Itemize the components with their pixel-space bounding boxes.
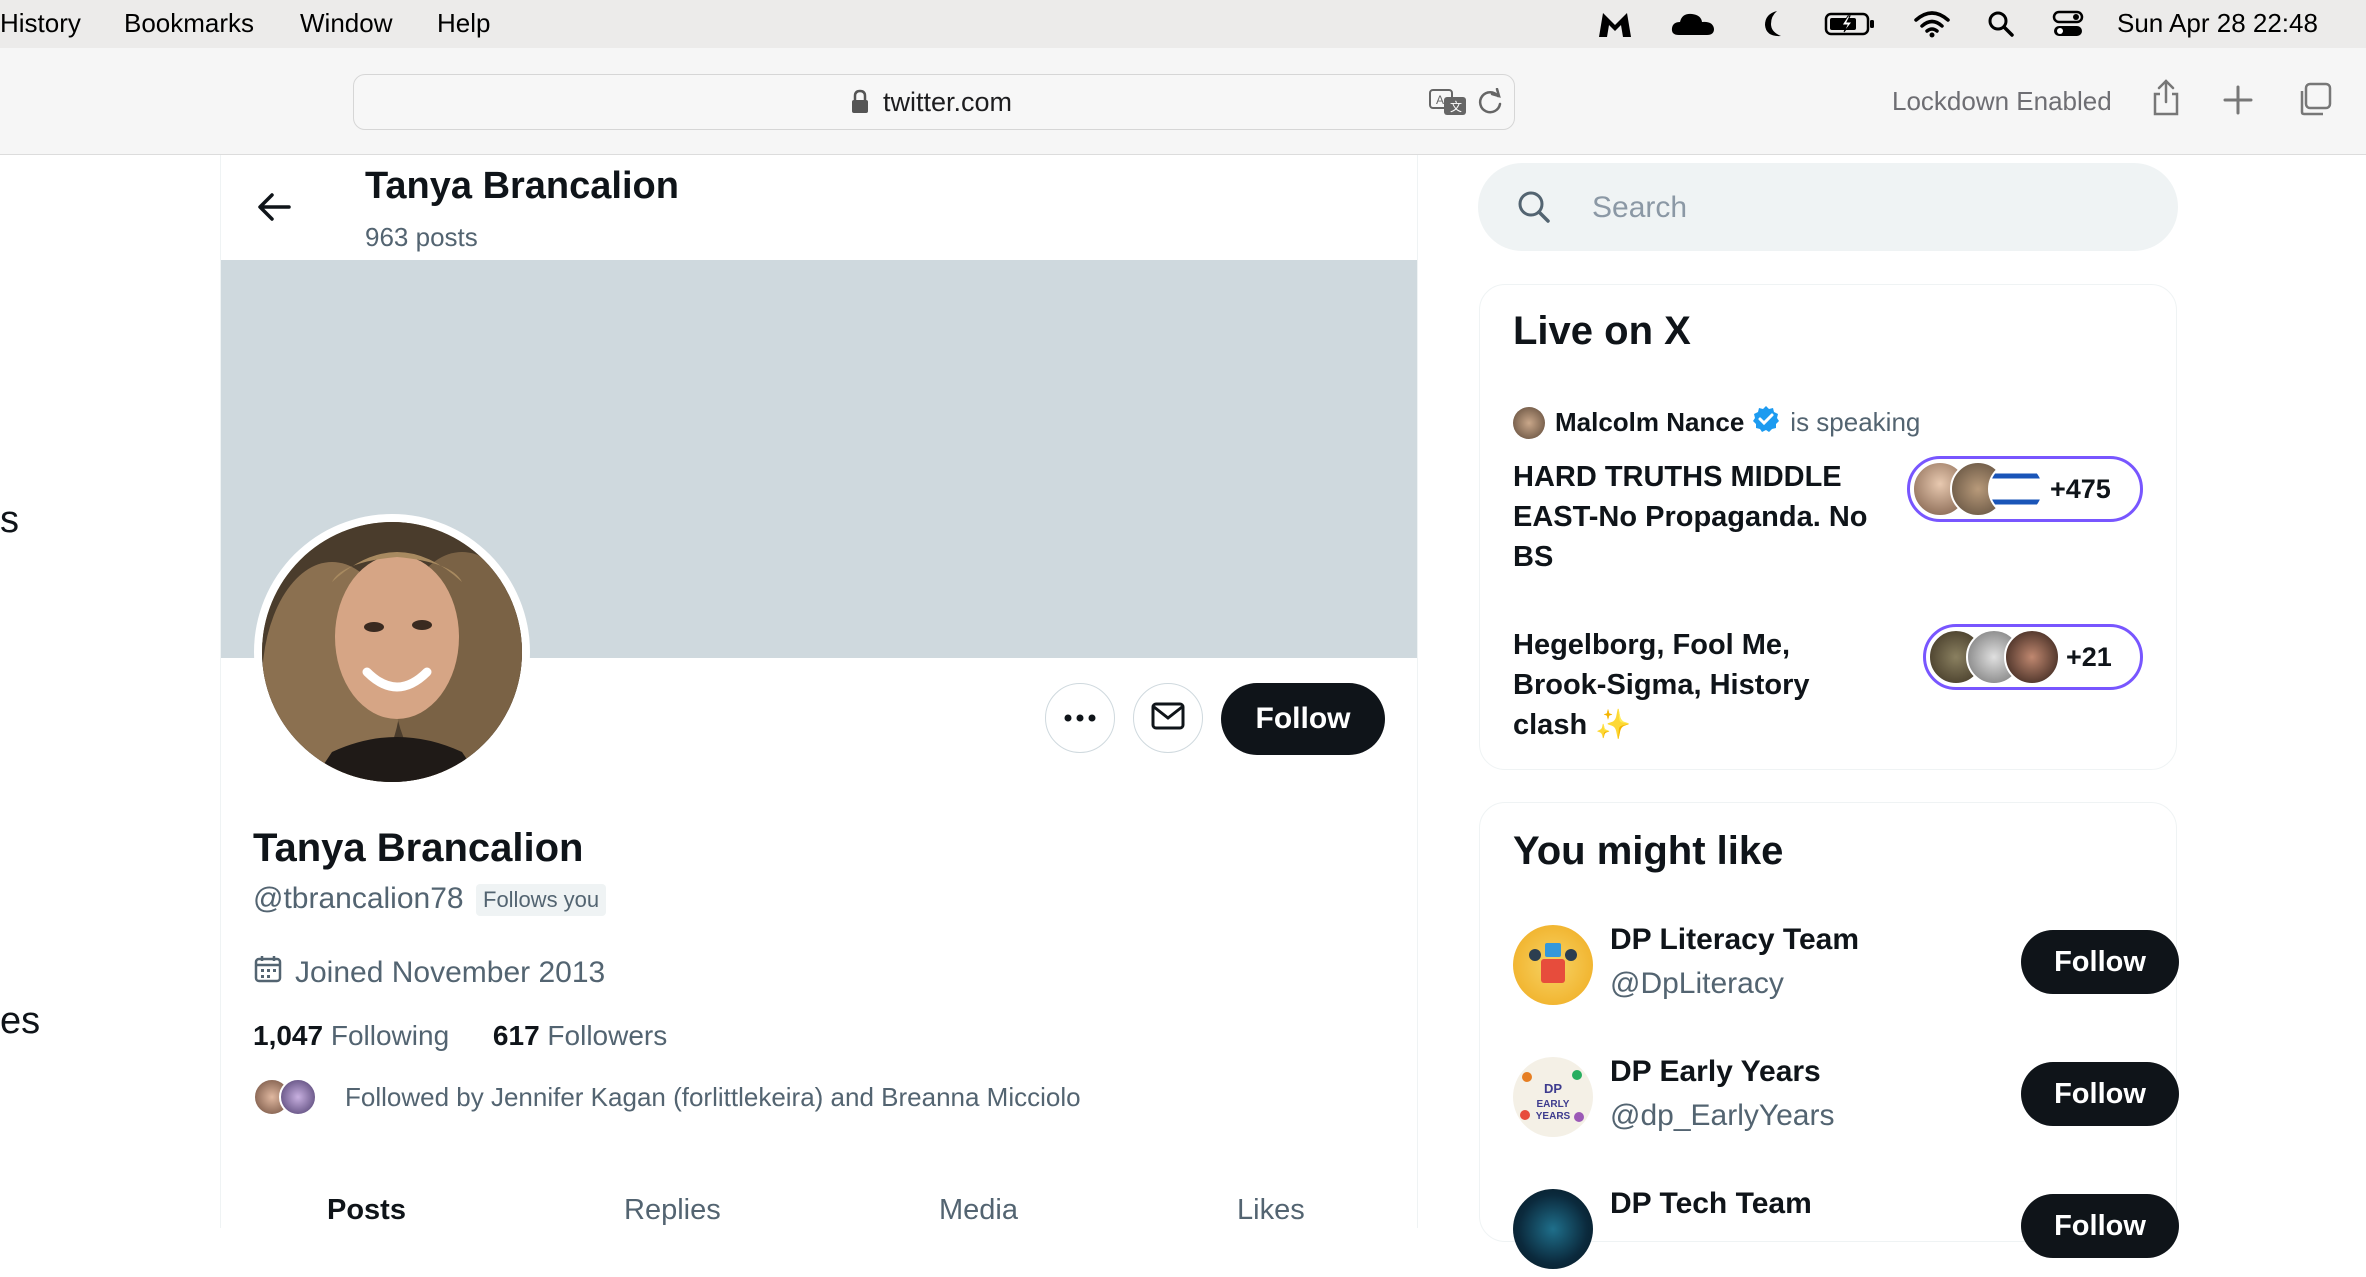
lockdown-status[interactable]: Lockdown Enabled: [1892, 86, 2112, 117]
calendar-icon: [253, 954, 283, 992]
follow-button[interactable]: Follow: [2021, 930, 2179, 994]
arrow-left-icon: [257, 192, 291, 227]
battery-icon[interactable]: [1823, 6, 1877, 42]
space-title[interactable]: Hegelborg, Fool Me, Brook-Sigma, History…: [1513, 625, 1883, 745]
menu-bar: History Bookmarks Window Help Sun Apr 28…: [0, 0, 2366, 48]
spotlight-search-icon[interactable]: [1985, 6, 2017, 42]
address-bar[interactable]: twitter.com A文: [353, 74, 1515, 130]
live-card-title: Live on X: [1513, 309, 1691, 353]
listener-count: +21: [2066, 641, 2112, 672]
profile-name: Tanya Brancalion: [253, 826, 584, 870]
tab-media[interactable]: Media: [939, 1194, 1018, 1227]
new-tab-icon[interactable]: [2222, 84, 2254, 121]
listener-count: +475: [2050, 473, 2111, 504]
avatar: [1513, 925, 1593, 1005]
follows-you-badge: Follows you: [476, 884, 607, 916]
follow-stats: 1,047 Following 617 Followers: [253, 1020, 667, 1052]
space-listeners-pill[interactable]: +475: [1907, 456, 2143, 522]
avatar: [2004, 629, 2060, 685]
following-label: Following: [330, 1020, 450, 1051]
menu-help[interactable]: Help: [437, 8, 490, 39]
join-date: Joined November 2013: [253, 954, 605, 992]
suggestions-title: You might like: [1513, 829, 1784, 873]
menu-bookmarks[interactable]: Bookmarks: [124, 8, 254, 39]
avatar: DP EARLY YEARS: [1513, 1057, 1593, 1137]
url-text: twitter.com: [883, 87, 1013, 117]
back-button[interactable]: [248, 183, 300, 235]
cloud-icon[interactable]: [1668, 6, 1718, 42]
lock-icon: [850, 89, 870, 120]
svg-text:YEARS: YEARS: [1536, 1111, 1571, 1122]
share-icon[interactable]: [2150, 78, 2182, 123]
search-box[interactable]: [1478, 163, 2178, 251]
svg-text:EARLY: EARLY: [1537, 1099, 1570, 1110]
suggestion-name: DP Literacy Team: [1610, 923, 1860, 956]
avatar: [1513, 406, 1545, 439]
avatar: [1513, 1189, 1593, 1269]
avatar: [1988, 461, 2044, 517]
menu-history[interactable]: History: [0, 8, 81, 39]
tab-posts[interactable]: Posts: [327, 1194, 406, 1227]
svg-text:A: A: [1436, 93, 1444, 107]
verified-icon: [1752, 405, 1780, 440]
malwarebytes-icon[interactable]: [1595, 6, 1635, 42]
follow-button[interactable]: Follow: [1221, 683, 1385, 755]
following-count: 1,047: [253, 1020, 324, 1051]
search-input[interactable]: [1590, 183, 2154, 233]
message-button[interactable]: [1133, 683, 1203, 753]
who-to-follow-card: You might like DP Literacy Team @DpLiter…: [1479, 802, 2179, 1269]
suggestion-handle: @DpLiteracy: [1610, 967, 1784, 1000]
svg-text:文: 文: [1450, 99, 1462, 114]
space-listeners-pill[interactable]: +21: [1923, 624, 2143, 690]
nav-fragment[interactable]: s: [0, 499, 19, 542]
more-options-button[interactable]: [1045, 683, 1115, 753]
tab-likes[interactable]: Likes: [1237, 1194, 1305, 1227]
avatar-photo: [262, 522, 522, 782]
translate-icon[interactable]: A文: [1428, 87, 1468, 122]
tab-replies[interactable]: Replies: [624, 1194, 721, 1227]
speaker-name: Malcolm Nance: [1555, 407, 1745, 437]
suggestion-item[interactable]: DP Tech Team Follow: [1513, 1187, 2179, 1277]
suggestion-name: DP Early Years: [1610, 1055, 1821, 1088]
svg-text:DP: DP: [1544, 1081, 1562, 1096]
header-post-count: 963 posts: [365, 222, 478, 252]
follow-button[interactable]: Follow: [2021, 1194, 2179, 1258]
envelope-icon: [1151, 702, 1185, 735]
menu-clock[interactable]: Sun Apr 28 22:48: [2117, 8, 2318, 39]
speaker-row[interactable]: Malcolm Nance is speaking: [1513, 405, 1920, 440]
followers-link[interactable]: 617 Followers: [493, 1020, 667, 1051]
followers-count: 617: [492, 1020, 540, 1051]
column-divider: [1417, 155, 1418, 1228]
space-title[interactable]: HARD TRUTHS MIDDLE EAST-No Propaganda. N…: [1513, 457, 1883, 577]
suggestion-handle: @dp_EarlyYears: [1610, 1099, 1835, 1132]
follow-button[interactable]: Follow: [2021, 1062, 2179, 1126]
followed-by-text: Followed by Jennifer Kagan (forlittlekei…: [345, 1081, 1081, 1112]
tab-overview-icon[interactable]: [2296, 82, 2332, 123]
header-profile-name: Tanya Brancalion: [365, 165, 679, 207]
suggestion-name: DP Tech Team: [1610, 1187, 1812, 1220]
menu-window[interactable]: Window: [300, 8, 392, 39]
control-center-icon[interactable]: [2050, 6, 2086, 42]
following-link[interactable]: 1,047 Following: [253, 1020, 449, 1051]
nav-fragment[interactable]: es: [0, 1000, 40, 1043]
profile-tabs: Posts Replies Media Likes: [221, 1190, 1417, 1228]
more-horizontal-icon: [1064, 709, 1096, 727]
avatar: [279, 1078, 317, 1116]
live-spaces-card: Live on X Malcolm Nance is speaking HARD…: [1479, 284, 2177, 770]
speaking-status: is speaking: [1790, 407, 1921, 437]
profile-avatar[interactable]: [254, 514, 530, 790]
wifi-icon[interactable]: [1912, 6, 1952, 42]
search-icon: [1516, 189, 1552, 230]
profile-handle: @tbrancalion78: [253, 882, 464, 915]
suggestion-item[interactable]: DP EARLY YEARS DP Early Years @dp_EarlyYea…: [1513, 1055, 2179, 1145]
followers-label: Followers: [547, 1020, 668, 1051]
join-date-text: Joined November 2013: [295, 956, 606, 989]
moon-icon[interactable]: [1756, 6, 1790, 42]
reload-icon[interactable]: [1476, 87, 1504, 121]
suggestion-item[interactable]: DP Literacy Team @DpLiteracy Follow: [1513, 923, 2179, 1013]
browser-toolbar: twitter.com A文 Lockdown Enabled: [0, 48, 2366, 155]
followed-by[interactable]: Followed by Jennifer Kagan (forlittlekei…: [253, 1078, 1081, 1116]
